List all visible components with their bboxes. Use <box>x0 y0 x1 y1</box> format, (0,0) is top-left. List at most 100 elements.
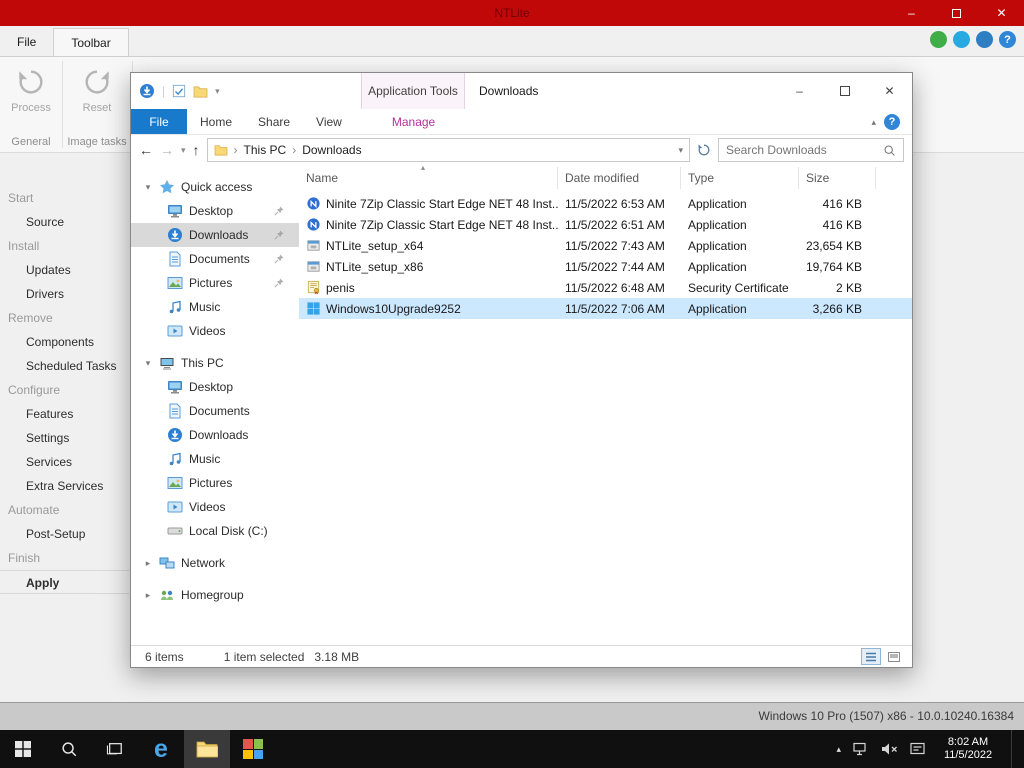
nav-item-this-pc-desktop[interactable]: Desktop <box>131 375 299 399</box>
ntlite-sidebar-item-settings[interactable]: Settings <box>0 426 129 450</box>
process-button[interactable]: Process <box>3 61 59 114</box>
search-icon <box>60 740 78 758</box>
file-row-windows10upgrade9252[interactable]: Windows10Upgrade9252 11/5/2022 7:06 AM App… <box>299 298 912 319</box>
tab-file[interactable]: File <box>131 109 187 134</box>
ntlite-restore-button[interactable] <box>934 0 979 26</box>
help-icon[interactable]: ? <box>999 31 1016 48</box>
nav-item-quick-access-pictures[interactable]: Pictures <box>131 271 299 295</box>
column-header-name[interactable]: Name <box>299 167 558 189</box>
ntlite-tab-toolbar[interactable]: Toolbar <box>53 28 129 57</box>
ntlite-sidebar-item-drivers[interactable]: Drivers <box>0 282 129 306</box>
expander-chevron-icon[interactable]: ▾ <box>143 182 153 193</box>
qat-customize-chevron-icon[interactable]: ▾ <box>215 86 220 97</box>
file-row-ninite-7zip-classic-start-edge-net-48-inst[interactable]: Ninite 7Zip Classic Start Edge NET 48 In… <box>299 193 912 214</box>
nav-group-quick-access[interactable]: ▾ Quick access <box>131 175 299 199</box>
nav-item-this-pc-downloads[interactable]: Downloads <box>131 423 299 447</box>
refresh-icon[interactable] <box>697 143 711 157</box>
breadcrumb-this-pc[interactable]: This PC <box>244 143 287 157</box>
collapse-ribbon-chevron-icon[interactable]: ▴ <box>871 117 876 128</box>
taskbar-clock[interactable]: 8:02 AM 11/5/2022 <box>937 736 999 762</box>
large-icons-view-button[interactable] <box>884 648 904 665</box>
file-row-ntlite-setup-x64[interactable]: NTLite_setup_x64 11/5/2022 7:43 AM Applica… <box>299 235 912 256</box>
ntlite-sidebar-item-scheduled-tasks[interactable]: Scheduled Tasks <box>0 354 129 378</box>
address-dropdown-chevron-icon[interactable]: ▾ <box>678 145 683 156</box>
selection-count: 1 item selected <box>223 649 305 664</box>
ntlite-sidebar-item-updates[interactable]: Updates <box>0 258 129 282</box>
back-arrow-icon[interactable]: ← <box>139 142 153 158</box>
nav-item-this-pc-music[interactable]: Music <box>131 447 299 471</box>
up-arrow-icon[interactable]: ↑ <box>193 142 200 158</box>
details-view-button[interactable] <box>861 648 881 665</box>
nav-item-quick-access-downloads[interactable]: Downloads <box>131 223 299 247</box>
task-view-button[interactable] <box>92 730 138 768</box>
properties-icon[interactable] <box>172 84 186 98</box>
explorer-help-icon[interactable]: ? <box>884 114 900 130</box>
nav-item-this-pc-documents[interactable]: Documents <box>131 399 299 423</box>
tab-view[interactable]: View <box>303 109 355 134</box>
expander-chevron-icon[interactable]: ▸ <box>143 558 153 569</box>
ntlite-sidebar-item-post-setup[interactable]: Post-Setup <box>0 522 129 546</box>
network-icon[interactable] <box>853 742 869 756</box>
explorer-maximize-button[interactable] <box>822 73 867 109</box>
explorer-close-button[interactable]: ✕ <box>867 73 912 109</box>
expander-chevron-icon[interactable]: ▾ <box>143 358 153 369</box>
nav-group-homegroup[interactable]: ▸ Homegroup <box>131 583 299 607</box>
nav-item-this-pc-pictures[interactable]: Pictures <box>131 471 299 495</box>
ntlite-group-image-tasks: Reset Image tasks <box>64 61 130 150</box>
ntlite-sidebar-item-apply[interactable]: Apply <box>0 570 129 594</box>
task-view-icon <box>106 741 124 757</box>
selection-size: 3.18 MB <box>314 649 360 664</box>
search-icon[interactable] <box>883 144 896 157</box>
tab-share[interactable]: Share <box>245 109 303 134</box>
taskbar-edge-button[interactable]: e <box>138 730 184 768</box>
search-input[interactable] <box>726 143 883 157</box>
nav-item-quick-access-videos[interactable]: Videos <box>131 319 299 343</box>
nav-group-this-pc[interactable]: ▾ This PC <box>131 351 299 375</box>
volume-muted-icon[interactable] <box>881 742 898 756</box>
ntlite-sidebar-item-features[interactable]: Features <box>0 402 129 426</box>
ntlite-close-button[interactable]: ✕ <box>979 0 1024 26</box>
explorer-minimize-button[interactable]: – <box>777 73 822 109</box>
file-date-modified: 11/5/2022 6:48 AM <box>565 280 665 295</box>
community-icon[interactable] <box>976 31 993 48</box>
reset-button[interactable]: Reset <box>69 61 125 114</box>
file-row-ninite-7zip-classic-start-edge-net-48-inst[interactable]: Ninite 7Zip Classic Start Edge NET 48 In… <box>299 214 912 235</box>
nav-item-this-pc-local-disk-c[interactable]: Local Disk (C:) <box>131 519 299 543</box>
twitter-icon[interactable] <box>953 31 970 48</box>
recent-locations-chevron-icon[interactable]: ▾ <box>181 145 186 156</box>
tab-home[interactable]: Home <box>187 109 245 134</box>
show-desktop-button[interactable] <box>1011 730 1016 768</box>
nav-item-quick-access-documents[interactable]: Documents <box>131 247 299 271</box>
nav-item-quick-access-music[interactable]: Music <box>131 295 299 319</box>
taskbar-upgrade-app-button[interactable] <box>230 730 276 768</box>
file-row-penis[interactable]: penis 11/5/2022 6:48 AM Security Certifica… <box>299 277 912 298</box>
nav-item-this-pc-videos[interactable]: Videos <box>131 495 299 519</box>
forum-icon[interactable] <box>930 31 947 48</box>
nav-item-quick-access-desktop[interactable]: Desktop <box>131 199 299 223</box>
ntlite-minimize-button[interactable]: – <box>889 0 934 26</box>
ntlite-sidebar-item-extra-services[interactable]: Extra Services <box>0 474 129 498</box>
ntlite-tab-file[interactable]: File <box>0 28 53 56</box>
taskbar-file-explorer-button[interactable] <box>184 730 230 768</box>
tray-chevron-up-icon[interactable]: ▴ <box>836 744 841 755</box>
search-box[interactable] <box>718 138 904 162</box>
column-header-date-modified[interactable]: Date modified <box>558 167 681 189</box>
file-row-ntlite-setup-x86[interactable]: NTLite_setup_x86 11/5/2022 7:44 AM Applica… <box>299 256 912 277</box>
ntlite-sidebar-item-services[interactable]: Services <box>0 450 129 474</box>
forward-arrow-icon[interactable]: → <box>160 142 174 158</box>
nav-group-network[interactable]: ▸ Network <box>131 551 299 575</box>
contextual-tab-application-tools: Application Tools <box>361 73 465 109</box>
ntlite-sidebar-item-components[interactable]: Components <box>0 330 129 354</box>
ntlite-sidebar-item-source[interactable]: Source <box>0 210 129 234</box>
breadcrumb-downloads[interactable]: Downloads <box>302 143 361 157</box>
column-header-type[interactable]: Type <box>681 167 799 189</box>
tab-manage[interactable]: Manage <box>379 109 448 134</box>
pin-icon <box>273 229 285 241</box>
address-bar[interactable]: › This PC › Downloads ▾ <box>206 138 690 162</box>
action-center-icon[interactable] <box>910 742 925 756</box>
start-button[interactable] <box>0 730 46 768</box>
column-header-size[interactable]: Size <box>799 167 876 189</box>
taskbar-search-button[interactable] <box>46 730 92 768</box>
new-folder-icon[interactable] <box>193 85 208 98</box>
expander-chevron-icon[interactable]: ▸ <box>143 590 153 601</box>
